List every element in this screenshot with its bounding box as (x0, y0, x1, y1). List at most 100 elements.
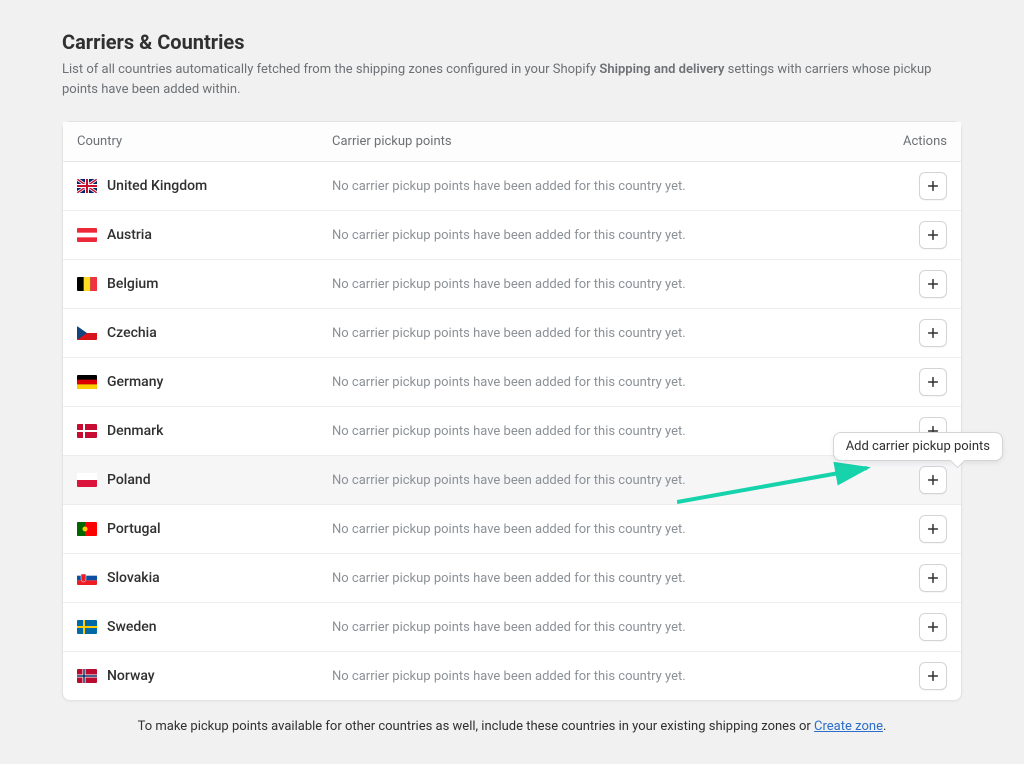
carrier-cell: No carrier pickup points have been added… (332, 620, 877, 635)
add-carrier-button[interactable] (919, 270, 947, 298)
table-row: United Kingdom No carrier pickup points h… (63, 162, 961, 211)
flag-icon (77, 326, 97, 340)
page-desc-prefix: List of all countries automatically fetc… (62, 62, 599, 77)
add-carrier-button[interactable] (919, 466, 947, 494)
plus-icon (926, 620, 940, 634)
country-name: Czechia (107, 325, 157, 341)
country-name: Poland (107, 472, 151, 488)
country-name: Portugal (107, 521, 161, 537)
country-name: United Kingdom (107, 178, 207, 194)
country-cell: Austria (77, 227, 332, 243)
country-cell: Norway (77, 668, 332, 684)
table-row: Norway No carrier pickup points have been… (63, 652, 961, 700)
flag-icon (77, 179, 97, 193)
actions-cell (877, 515, 947, 543)
actions-cell (877, 613, 947, 641)
actions-cell (877, 564, 947, 592)
carrier-cell: No carrier pickup points have been added… (332, 277, 877, 292)
flag-icon (77, 669, 97, 683)
add-carrier-button[interactable] (919, 368, 947, 396)
plus-icon (926, 522, 940, 536)
plus-icon (926, 179, 940, 193)
carrier-cell: No carrier pickup points have been added… (332, 228, 877, 243)
country-cell: Belgium (77, 276, 332, 292)
flag-icon (77, 571, 97, 585)
country-cell: United Kingdom (77, 178, 332, 194)
flag-icon (77, 620, 97, 634)
add-carrier-button[interactable] (919, 662, 947, 690)
flag-icon (77, 473, 97, 487)
country-cell: Portugal (77, 521, 332, 537)
country-cell: Poland (77, 472, 332, 488)
add-carrier-button[interactable] (919, 172, 947, 200)
add-carrier-button[interactable] (919, 564, 947, 592)
country-cell: Denmark (77, 423, 332, 439)
carrier-cell: No carrier pickup points have been added… (332, 375, 877, 390)
plus-icon (926, 669, 940, 683)
plus-icon (926, 375, 940, 389)
add-carrier-button[interactable] (919, 221, 947, 249)
table-row: Denmark No carrier pickup points have bee… (63, 407, 961, 456)
flag-icon (77, 375, 97, 389)
country-name: Norway (107, 668, 155, 684)
country-cell: Germany (77, 374, 332, 390)
carrier-cell: No carrier pickup points have been added… (332, 326, 877, 341)
flag-icon (77, 277, 97, 291)
create-zone-link[interactable]: Create zone (814, 719, 883, 734)
add-carrier-button[interactable] (919, 319, 947, 347)
plus-icon (926, 277, 940, 291)
table-row: Poland No carrier pickup points have been… (63, 456, 961, 505)
country-cell: Czechia (77, 325, 332, 341)
footer-note: To make pickup points available for othe… (62, 719, 962, 734)
flag-icon (77, 424, 97, 438)
page-title: Carriers & Countries (62, 30, 962, 54)
table-row: Belgium No carrier pickup points have bee… (63, 260, 961, 309)
page-description: List of all countries automatically fetc… (62, 60, 962, 99)
table-row: Austria No carrier pickup points have bee… (63, 211, 961, 260)
col-carrier-header: Carrier pickup points (332, 134, 877, 149)
countries-card: Country Carrier pickup points Actions Un… (62, 121, 962, 701)
country-name: Sweden (107, 619, 157, 635)
country-name: Denmark (107, 423, 163, 439)
actions-cell (877, 172, 947, 200)
carrier-cell: No carrier pickup points have been added… (332, 424, 877, 439)
flag-icon (77, 522, 97, 536)
table-row: Germany No carrier pickup points have bee… (63, 358, 961, 407)
col-country-header: Country (77, 134, 332, 149)
actions-cell: Add carrier pickup points (877, 466, 947, 494)
country-name: Austria (107, 227, 152, 243)
carrier-cell: No carrier pickup points have been added… (332, 179, 877, 194)
carrier-cell: No carrier pickup points have been added… (332, 473, 877, 488)
country-name: Belgium (107, 276, 158, 292)
country-name: Germany (107, 374, 163, 390)
plus-icon (926, 473, 940, 487)
country-cell: Sweden (77, 619, 332, 635)
actions-cell (877, 221, 947, 249)
table-row: Slovakia No carrier pickup points have be… (63, 554, 961, 603)
actions-cell (877, 319, 947, 347)
table-body: United Kingdom No carrier pickup points h… (63, 162, 961, 700)
footer-text: To make pickup points available for othe… (138, 719, 814, 734)
table-row: Sweden No carrier pickup points have been… (63, 603, 961, 652)
actions-cell (877, 662, 947, 690)
table-row: Czechia No carrier pickup points have bee… (63, 309, 961, 358)
actions-cell (877, 270, 947, 298)
add-carrier-button[interactable] (919, 613, 947, 641)
country-cell: Slovakia (77, 570, 332, 586)
carrier-cell: No carrier pickup points have been added… (332, 571, 877, 586)
plus-icon (926, 571, 940, 585)
add-carrier-tooltip: Add carrier pickup points (833, 432, 1003, 461)
plus-icon (926, 326, 940, 340)
page-desc-strong: Shipping and delivery (599, 62, 724, 77)
add-carrier-button[interactable] (919, 515, 947, 543)
table-row: Portugal No carrier pickup points have be… (63, 505, 961, 554)
carrier-cell: No carrier pickup points have been added… (332, 669, 877, 684)
table-header: Country Carrier pickup points Actions (63, 122, 961, 162)
footer-suffix: . (883, 719, 886, 734)
carrier-cell: No carrier pickup points have been added… (332, 522, 877, 537)
country-name: Slovakia (107, 570, 160, 586)
col-actions-header: Actions (877, 134, 947, 149)
plus-icon (926, 228, 940, 242)
flag-icon (77, 228, 97, 242)
actions-cell (877, 368, 947, 396)
